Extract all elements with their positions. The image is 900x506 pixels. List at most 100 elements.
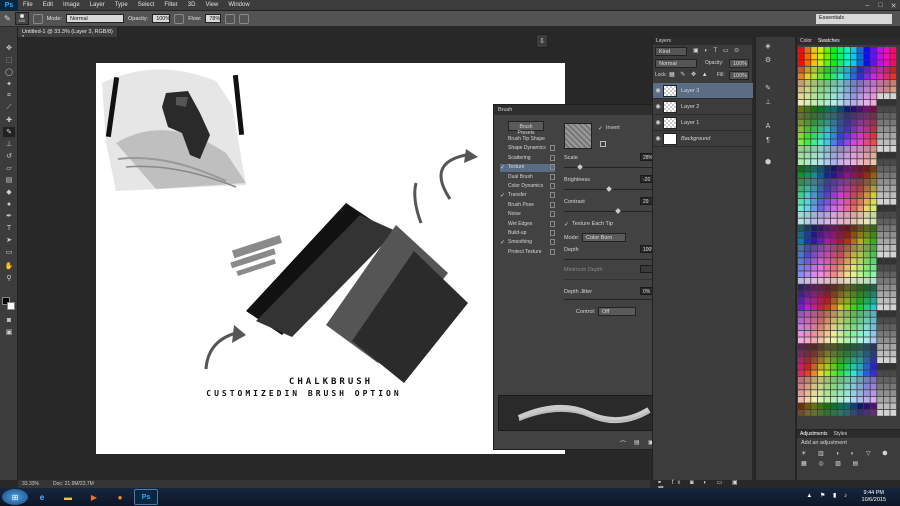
swatch[interactable] bbox=[890, 86, 897, 93]
swatch[interactable] bbox=[804, 165, 811, 172]
swatch[interactable] bbox=[864, 66, 870, 73]
swatch[interactable] bbox=[824, 370, 831, 377]
swatch[interactable] bbox=[804, 304, 811, 311]
swatch[interactable] bbox=[877, 324, 883, 330]
swatch[interactable] bbox=[837, 390, 844, 396]
swatch[interactable] bbox=[824, 403, 831, 410]
swatch[interactable] bbox=[864, 139, 870, 146]
swatch[interactable] bbox=[890, 225, 897, 231]
swatch[interactable] bbox=[798, 278, 804, 284]
swatch[interactable] bbox=[857, 132, 864, 139]
swatch[interactable] bbox=[824, 344, 831, 350]
swatch[interactable] bbox=[870, 185, 877, 192]
swatch[interactable] bbox=[831, 185, 837, 192]
swatch[interactable] bbox=[804, 139, 811, 146]
swatch[interactable] bbox=[844, 377, 850, 383]
swatch[interactable] bbox=[817, 99, 824, 106]
swatch[interactable] bbox=[831, 370, 837, 377]
swatch[interactable] bbox=[831, 126, 837, 132]
swatch[interactable] bbox=[804, 330, 811, 337]
swatch[interactable] bbox=[883, 337, 890, 344]
swatch[interactable] bbox=[857, 258, 864, 264]
swatch[interactable] bbox=[798, 60, 804, 66]
swatch[interactable] bbox=[850, 396, 857, 403]
swatch[interactable] bbox=[837, 93, 844, 99]
swatch[interactable] bbox=[831, 152, 837, 159]
swatch[interactable] bbox=[890, 251, 897, 258]
brush-option-item[interactable]: Build-up bbox=[500, 230, 555, 238]
swatch[interactable] bbox=[857, 271, 864, 278]
swatch[interactable] bbox=[883, 291, 890, 297]
lock-icon[interactable] bbox=[550, 183, 555, 189]
swatch[interactable] bbox=[804, 344, 811, 350]
character-panel-icon[interactable]: A bbox=[762, 121, 774, 131]
swatch[interactable] bbox=[817, 165, 824, 172]
swatch[interactable] bbox=[883, 47, 890, 53]
swatch[interactable] bbox=[883, 231, 890, 238]
swatch[interactable] bbox=[864, 126, 870, 132]
swatch[interactable] bbox=[877, 284, 883, 291]
swatch[interactable] bbox=[831, 192, 837, 198]
swatch[interactable] bbox=[817, 179, 824, 185]
swatch[interactable] bbox=[844, 284, 850, 291]
swatch[interactable] bbox=[837, 344, 844, 350]
swatch[interactable] bbox=[798, 297, 804, 304]
swatch[interactable] bbox=[831, 324, 837, 330]
swatch[interactable] bbox=[804, 86, 811, 93]
swatch[interactable] bbox=[864, 383, 870, 390]
swatch[interactable] bbox=[844, 179, 850, 185]
lock-icon[interactable] bbox=[550, 173, 555, 180]
eraser-icon[interactable]: ▱ bbox=[3, 163, 15, 173]
swatch[interactable] bbox=[804, 258, 811, 264]
swatch[interactable] bbox=[870, 390, 877, 396]
swatch[interactable] bbox=[857, 396, 864, 403]
swatch[interactable] bbox=[798, 304, 804, 311]
swatch[interactable] bbox=[844, 205, 850, 212]
brush-preset-picker[interactable]: 400 bbox=[14, 12, 29, 25]
swatch[interactable] bbox=[857, 113, 864, 119]
swatch[interactable] bbox=[837, 317, 844, 324]
swatch[interactable] bbox=[883, 264, 890, 271]
swatch[interactable] bbox=[798, 159, 804, 165]
swatch[interactable] bbox=[877, 132, 883, 139]
swatch[interactable] bbox=[837, 80, 844, 86]
swatch[interactable] bbox=[804, 251, 811, 258]
swatch[interactable] bbox=[798, 330, 804, 337]
swatch[interactable] bbox=[864, 165, 870, 172]
menu-filter[interactable]: Filter bbox=[159, 2, 182, 8]
swatch[interactable] bbox=[824, 198, 831, 205]
swatch[interactable] bbox=[798, 119, 804, 126]
swatch[interactable] bbox=[850, 377, 857, 383]
swatch[interactable] bbox=[883, 139, 890, 146]
swatch[interactable] bbox=[850, 132, 857, 139]
swatch[interactable] bbox=[811, 80, 817, 86]
swatch[interactable] bbox=[870, 212, 877, 218]
swatch[interactable] bbox=[824, 383, 831, 390]
swatch[interactable] bbox=[831, 132, 837, 139]
swatch[interactable] bbox=[870, 245, 877, 251]
lasso-tool-icon[interactable]: ◯ bbox=[3, 67, 15, 77]
menu-select[interactable]: Select bbox=[133, 2, 160, 8]
swatch[interactable] bbox=[798, 403, 804, 410]
swatch[interactable] bbox=[837, 304, 844, 311]
swatch[interactable] bbox=[883, 403, 890, 410]
swatch[interactable] bbox=[890, 99, 897, 106]
swatch[interactable] bbox=[877, 73, 883, 80]
swatch[interactable] bbox=[844, 245, 850, 251]
swatch[interactable] bbox=[831, 60, 837, 66]
swatch[interactable] bbox=[864, 403, 870, 410]
swatch[interactable] bbox=[811, 192, 817, 198]
swatch[interactable] bbox=[864, 317, 870, 324]
swatch[interactable] bbox=[837, 278, 844, 284]
swatch[interactable] bbox=[883, 93, 890, 99]
swatch[interactable] bbox=[850, 218, 857, 225]
swatch[interactable] bbox=[798, 73, 804, 80]
swatch[interactable] bbox=[857, 377, 864, 383]
swatch[interactable] bbox=[883, 396, 890, 403]
swatch[interactable] bbox=[850, 198, 857, 205]
lock-icon[interactable] bbox=[550, 230, 555, 236]
swatch[interactable] bbox=[804, 284, 811, 291]
swatch[interactable] bbox=[817, 370, 824, 377]
swatch[interactable] bbox=[811, 271, 817, 278]
swatch[interactable] bbox=[890, 324, 897, 330]
